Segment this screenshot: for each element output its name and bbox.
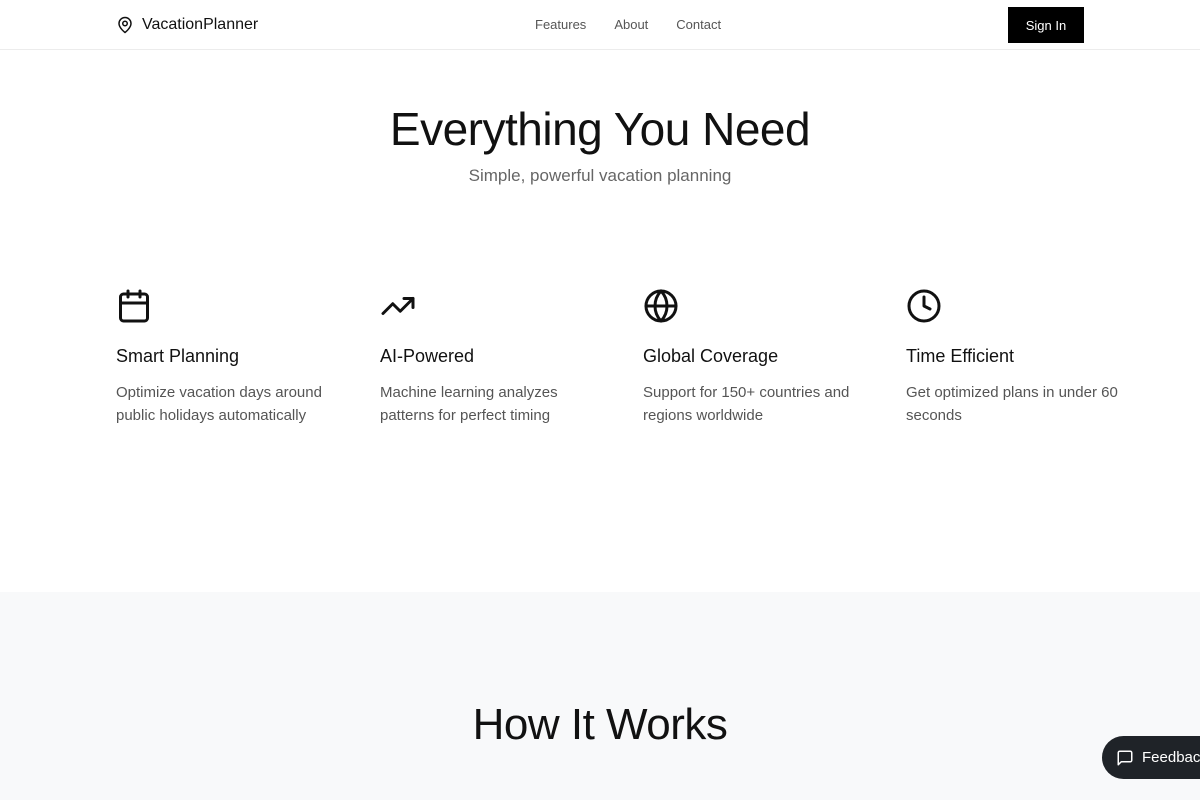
feature-description: Support for 150+ countries and regions w… [643,384,850,424]
feature-title: Smart Planning [116,346,240,366]
clock-icon [907,289,941,323]
feature-description: Get optimized plans in under 60 seconds [906,384,1118,424]
feature-card-global-coverage: Global Coverage Support for 150+ countri… [643,288,863,427]
main-nav: Features About Contact [535,17,721,32]
map-pin-icon [118,16,132,34]
feature-title: Time Efficient [906,346,1015,366]
site-header: VacationPlanner Features About Contact S… [0,0,1200,50]
brand-name: VacationPlanner [142,16,259,33]
feature-description: Machine learning analyzes patterns for p… [380,384,558,424]
how-it-works-section: How It Works [0,592,1200,800]
nav-link-about[interactable]: About [614,17,648,32]
section-title: How It Works [472,700,728,749]
brand-logo-link[interactable]: VacationPlanner [116,14,258,36]
feature-card-ai-powered: AI-Powered Machine learning analyzes pat… [380,288,600,427]
globe-icon [644,289,678,323]
feature-card-time-efficient: Time Efficient Get optimized plans in un… [906,288,1126,427]
trending-up-icon [381,297,415,315]
nav-link-contact[interactable]: Contact [676,17,721,32]
feature-description: Optimize vacation days around public hol… [116,384,322,424]
feedback-label: Feedback [1142,749,1200,766]
hero-title: Everything You Need [389,103,811,155]
calendar-icon [119,289,149,323]
feature-card-smart-planning: Smart Planning Optimize vacation days ar… [116,288,336,427]
message-square-icon [1117,750,1133,765]
hero-subtitle: Simple, powerful vacation planning [468,166,732,185]
sign-in-button[interactable]: Sign In [1008,7,1084,43]
nav-link-features[interactable]: Features [535,17,586,32]
feature-title: AI-Powered [380,346,475,366]
feature-title: Global Coverage [643,346,779,366]
feedback-button[interactable]: Feedback [1102,736,1200,779]
